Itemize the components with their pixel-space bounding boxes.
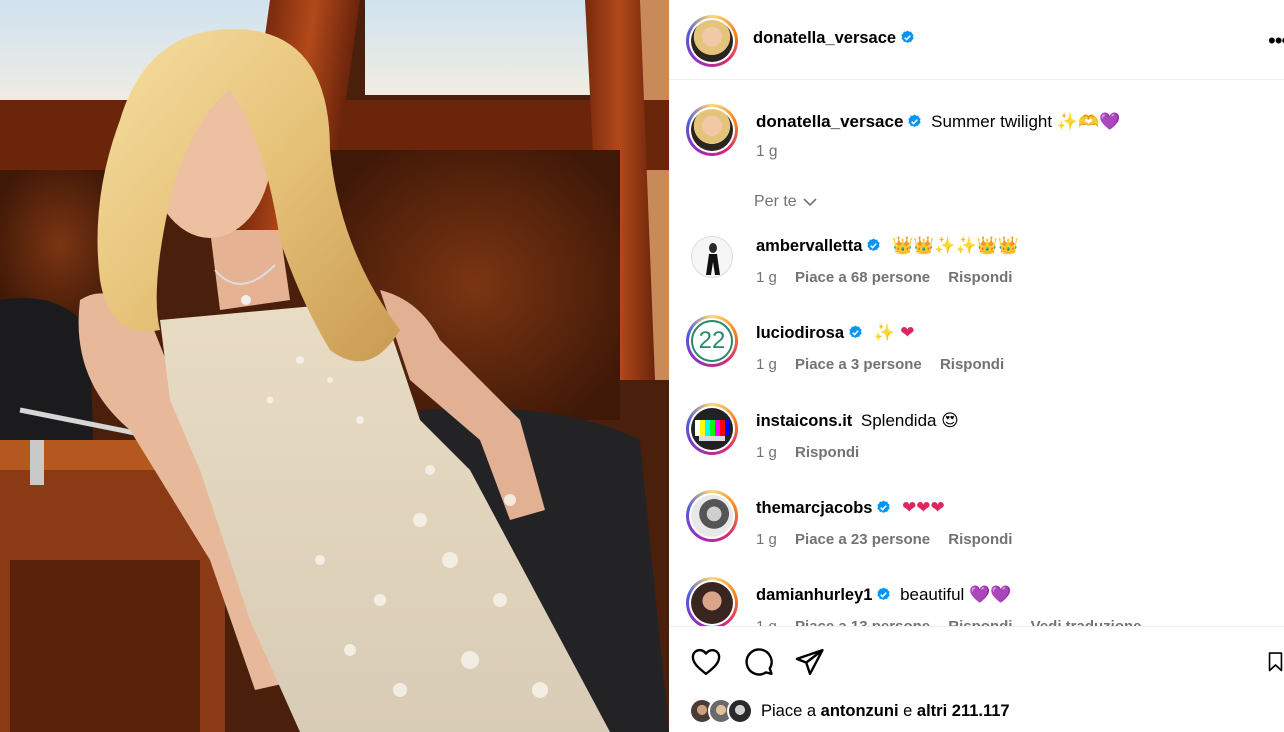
comments-filter-dropdown[interactable]: Per te [754, 193, 817, 211]
post-side-panel: donatella_versace ••• donatella_versace … [669, 0, 1284, 732]
comment-avatar[interactable] [686, 403, 738, 455]
verified-icon [908, 114, 922, 128]
comments-list[interactable]: ambervalletta 👑👑✨✨👑👑 1 g Piace a 68 pers… [669, 222, 1284, 626]
comment-timestamp[interactable]: 1 g [756, 618, 777, 626]
comment-icon[interactable] [742, 645, 776, 679]
comment-meta: 1 g Rispondi [756, 444, 873, 461]
avatar-number: 22 [698, 327, 726, 354]
caption: donatella_versace Summer twilight ✨🫶💜 [756, 112, 1120, 132]
comment-body: ambervalletta 👑👑✨✨👑👑 [756, 236, 1019, 256]
comment-emojis: 👑👑✨✨👑👑 [891, 236, 1019, 256]
likes-others-link[interactable]: altri 211.117 [917, 702, 1010, 720]
comment-emojis: 😍 [941, 411, 959, 431]
comment-item: damianhurley1 beautiful 💜💜 1 g Piace a 1… [669, 577, 1284, 626]
comment-body: themarcjacobs ❤❤❤ [756, 498, 945, 518]
reply-button[interactable]: Rispondi [795, 444, 859, 461]
caption-text: Summer twilight [931, 112, 1053, 131]
comment-item: instaicons.it Splendida 😍 1 g Rispondi [669, 403, 1284, 497]
reply-button[interactable]: Rispondi [948, 618, 1012, 626]
share-icon[interactable] [793, 645, 827, 679]
post-photo[interactable] [0, 0, 669, 732]
comments-filter-label: Per te [754, 193, 797, 210]
post-actions: Piace a antonzuni e altri 211.117 [669, 626, 1284, 732]
likes-summary[interactable]: Piace a antonzuni e altri 211.117 [761, 702, 1010, 721]
comment-username[interactable]: luciodirosa [756, 324, 844, 342]
comment-username[interactable]: damianhurley1 [756, 586, 872, 604]
caption-avatar[interactable] [686, 104, 738, 156]
comment-meta: 1 g Piace a 13 persone Rispondi Vedi tra… [756, 618, 1156, 626]
liker-avatar[interactable] [727, 698, 753, 724]
verified-icon [877, 500, 891, 514]
more-icon[interactable]: ••• [1268, 28, 1284, 54]
caption-timestamp[interactable]: 1 g [756, 143, 778, 161]
verified-icon [877, 587, 891, 601]
author-username[interactable]: donatella_versace [753, 29, 896, 47]
comment-body: instaicons.it Splendida 😍 [756, 411, 959, 431]
see-translation-button[interactable]: Vedi traduzione [1031, 618, 1142, 626]
caption-emojis: ✨🫶💜 [1056, 112, 1121, 132]
comment-item: ambervalletta 👑👑✨✨👑👑 1 g Piace a 68 pers… [669, 236, 1284, 322]
likes-prefix: Piace a [761, 702, 817, 720]
comment-likes-link[interactable]: Piace a 23 persone [795, 531, 930, 548]
post-header: donatella_versace ••• [669, 0, 1284, 80]
comment-emojis: ❤❤❤ [902, 498, 945, 518]
comment-avatar[interactable] [691, 236, 733, 278]
comment-meta: 1 g Piace a 3 persone Rispondi [756, 356, 1018, 373]
likes-user-link[interactable]: antonzuni [821, 702, 899, 720]
comment-emojis: 💜💜 [968, 585, 1012, 605]
post-image [0, 0, 669, 732]
comment-avatar[interactable] [686, 490, 738, 542]
comment-timestamp[interactable]: 1 g [756, 444, 777, 461]
reply-button[interactable]: Rispondi [948, 531, 1012, 548]
verified-icon [867, 238, 880, 252]
comment-username[interactable]: themarcjacobs [756, 499, 872, 517]
comment-likes-link[interactable]: Piace a 13 persone [795, 618, 930, 626]
reply-button[interactable]: Rispondi [948, 269, 1012, 286]
verified-icon [849, 325, 862, 339]
likes-joiner: e [903, 702, 913, 720]
author-avatar[interactable] [686, 15, 738, 67]
comment-meta: 1 g Piace a 68 persone Rispondi [756, 269, 1026, 286]
comment-username[interactable]: ambervalletta [756, 237, 862, 255]
comment-emojis: ✨ ❤ [873, 323, 915, 343]
comment-timestamp[interactable]: 1 g [756, 531, 777, 548]
heart-icon[interactable] [689, 645, 723, 679]
comment-likes-link[interactable]: Piace a 3 persone [795, 356, 922, 373]
chevron-down-icon [803, 198, 817, 207]
comment-avatar[interactable] [686, 577, 738, 626]
author-name-link[interactable]: donatella_versace [753, 29, 915, 48]
comment-likes-link[interactable]: Piace a 68 persone [795, 269, 930, 286]
comment-body: damianhurley1 beautiful 💜💜 [756, 585, 1011, 605]
verified-icon [901, 30, 914, 44]
comment-meta: 1 g Piace a 23 persone Rispondi [756, 531, 1026, 548]
comment-timestamp[interactable]: 1 g [756, 356, 777, 373]
comment-item: 22 luciodirosa ✨ ❤ 1 g Piace a 3 persone… [669, 315, 1284, 409]
comment-body: luciodirosa ✨ ❤ [756, 323, 914, 343]
comment-text: Splendida [860, 411, 937, 430]
comment-item: themarcjacobs ❤❤❤ 1 g Piace a 23 persone… [669, 490, 1284, 584]
bookmark-icon[interactable] [1267, 645, 1284, 679]
caption-username[interactable]: donatella_versace [756, 112, 903, 131]
comment-timestamp[interactable]: 1 g [756, 269, 777, 286]
reply-button[interactable]: Rispondi [940, 356, 1004, 373]
comment-text: beautiful [900, 585, 965, 604]
comment-username[interactable]: instaicons.it [756, 412, 852, 430]
comment-avatar[interactable]: 22 [686, 315, 738, 367]
